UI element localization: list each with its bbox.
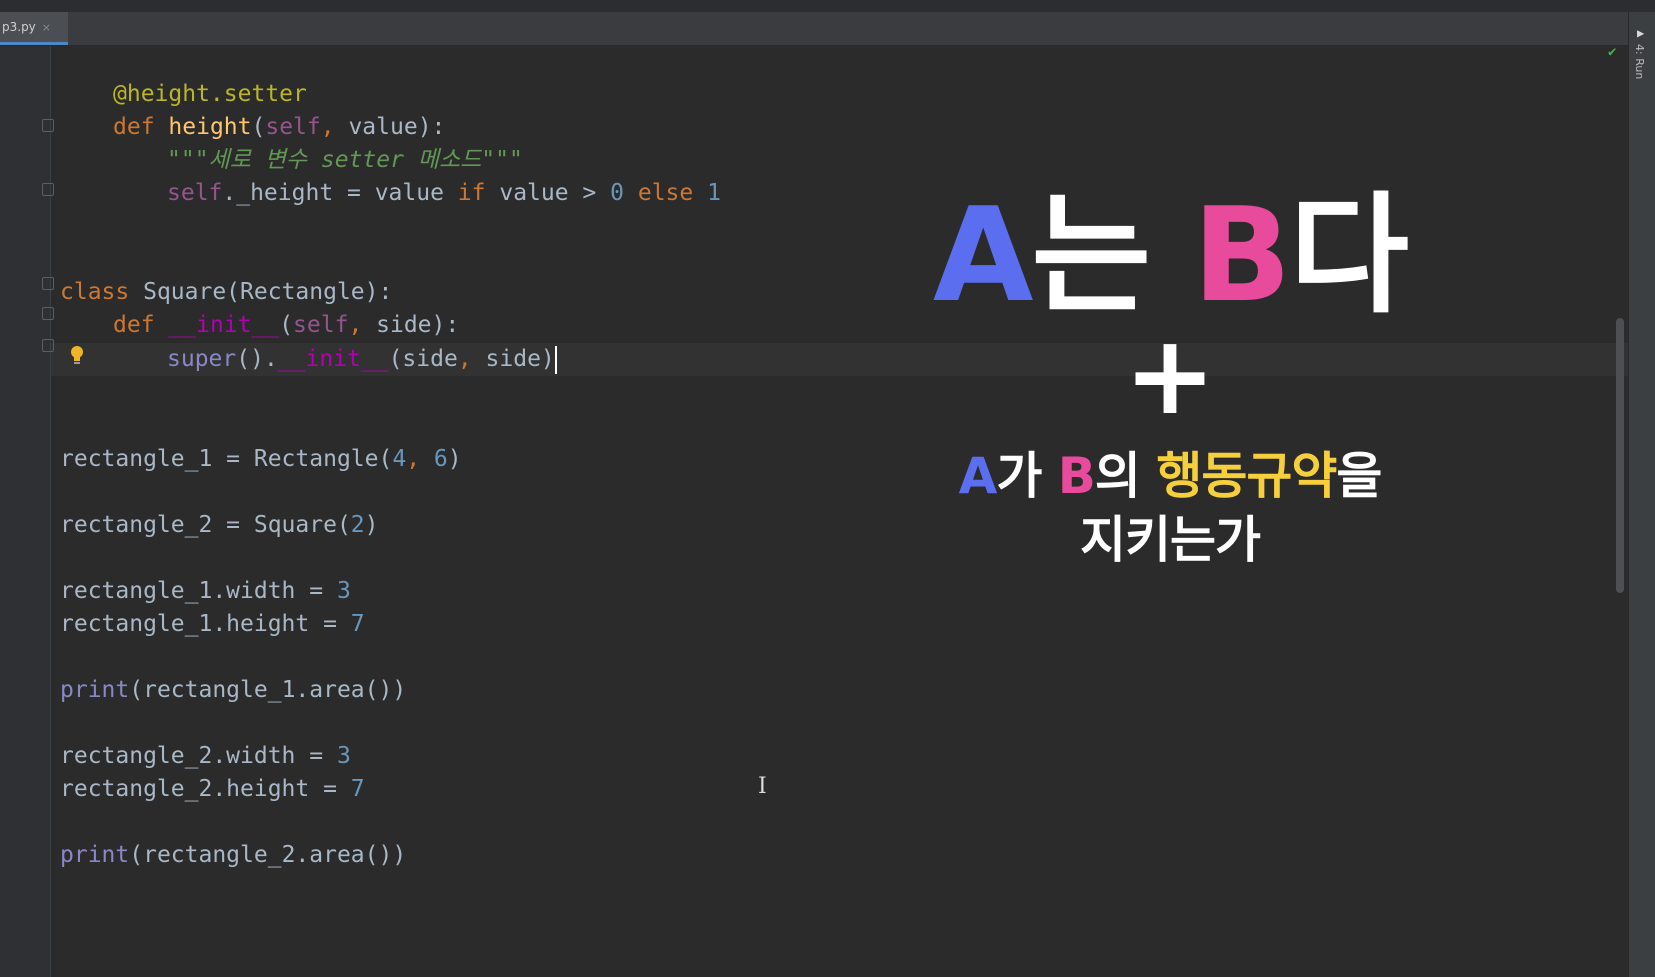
code-line: rectangle_1 = Rectangle(4, 6)	[60, 446, 462, 472]
inspection-ok-icon: ✔	[1608, 44, 1617, 60]
run-tool-window-button[interactable]: 4: Run	[1633, 44, 1646, 79]
code-line: rectangle_2.width = 3	[60, 743, 351, 769]
file-tab-label: p3.py	[2, 20, 36, 34]
code-line: rectangle_2 = Square(2)	[60, 512, 379, 538]
code-line: print(rectangle_2.area())	[60, 842, 407, 868]
code-line: rectangle_2.height = 7	[60, 776, 365, 802]
editor-tab-bar: p3.py ×	[0, 12, 1655, 46]
text-cursor	[554, 345, 557, 374]
fold-icon[interactable]	[42, 183, 54, 196]
play-icon[interactable]: ▶	[1637, 26, 1644, 40]
code-line: print(rectangle_1.area())	[60, 677, 407, 703]
lecture-overlay: A는 B다 + A가 B의 행동규약을 지키는가	[930, 180, 1410, 572]
overlay-plus: +	[1123, 311, 1217, 439]
overlay-headline: A는 B다	[932, 179, 1409, 331]
code-line: @height.setter	[113, 81, 307, 107]
fold-icon[interactable]	[42, 339, 54, 352]
overlay-subtitle: A가 B의 행동규약을 지키는가	[958, 447, 1383, 569]
title-bar	[0, 0, 1655, 12]
file-tab[interactable]: p3.py ×	[0, 12, 68, 45]
right-tool-window-bar	[1628, 12, 1655, 977]
code-line: def height(self, value):	[113, 114, 446, 140]
code-line: def __init__(self, side):	[113, 312, 460, 338]
mouse-ibeam-cursor: I	[758, 774, 767, 799]
lightbulb-icon[interactable]	[69, 345, 85, 367]
code-line: class Square(Rectangle):	[60, 279, 393, 305]
vertical-scrollbar[interactable]	[1616, 318, 1624, 593]
code-line: super().__init__(side, side)	[167, 345, 557, 374]
fold-icon[interactable]	[42, 277, 54, 290]
fold-icon[interactable]	[42, 119, 54, 132]
fold-icon[interactable]	[42, 307, 54, 320]
close-icon[interactable]: ×	[42, 21, 51, 34]
code-line: rectangle_1.width = 3	[60, 578, 351, 604]
code-line: self._height = value if value > 0 else 1	[167, 180, 721, 206]
code-line: rectangle_1.height = 7	[60, 611, 365, 637]
code-line: """세로 변수 setter 메소드"""	[167, 147, 523, 173]
